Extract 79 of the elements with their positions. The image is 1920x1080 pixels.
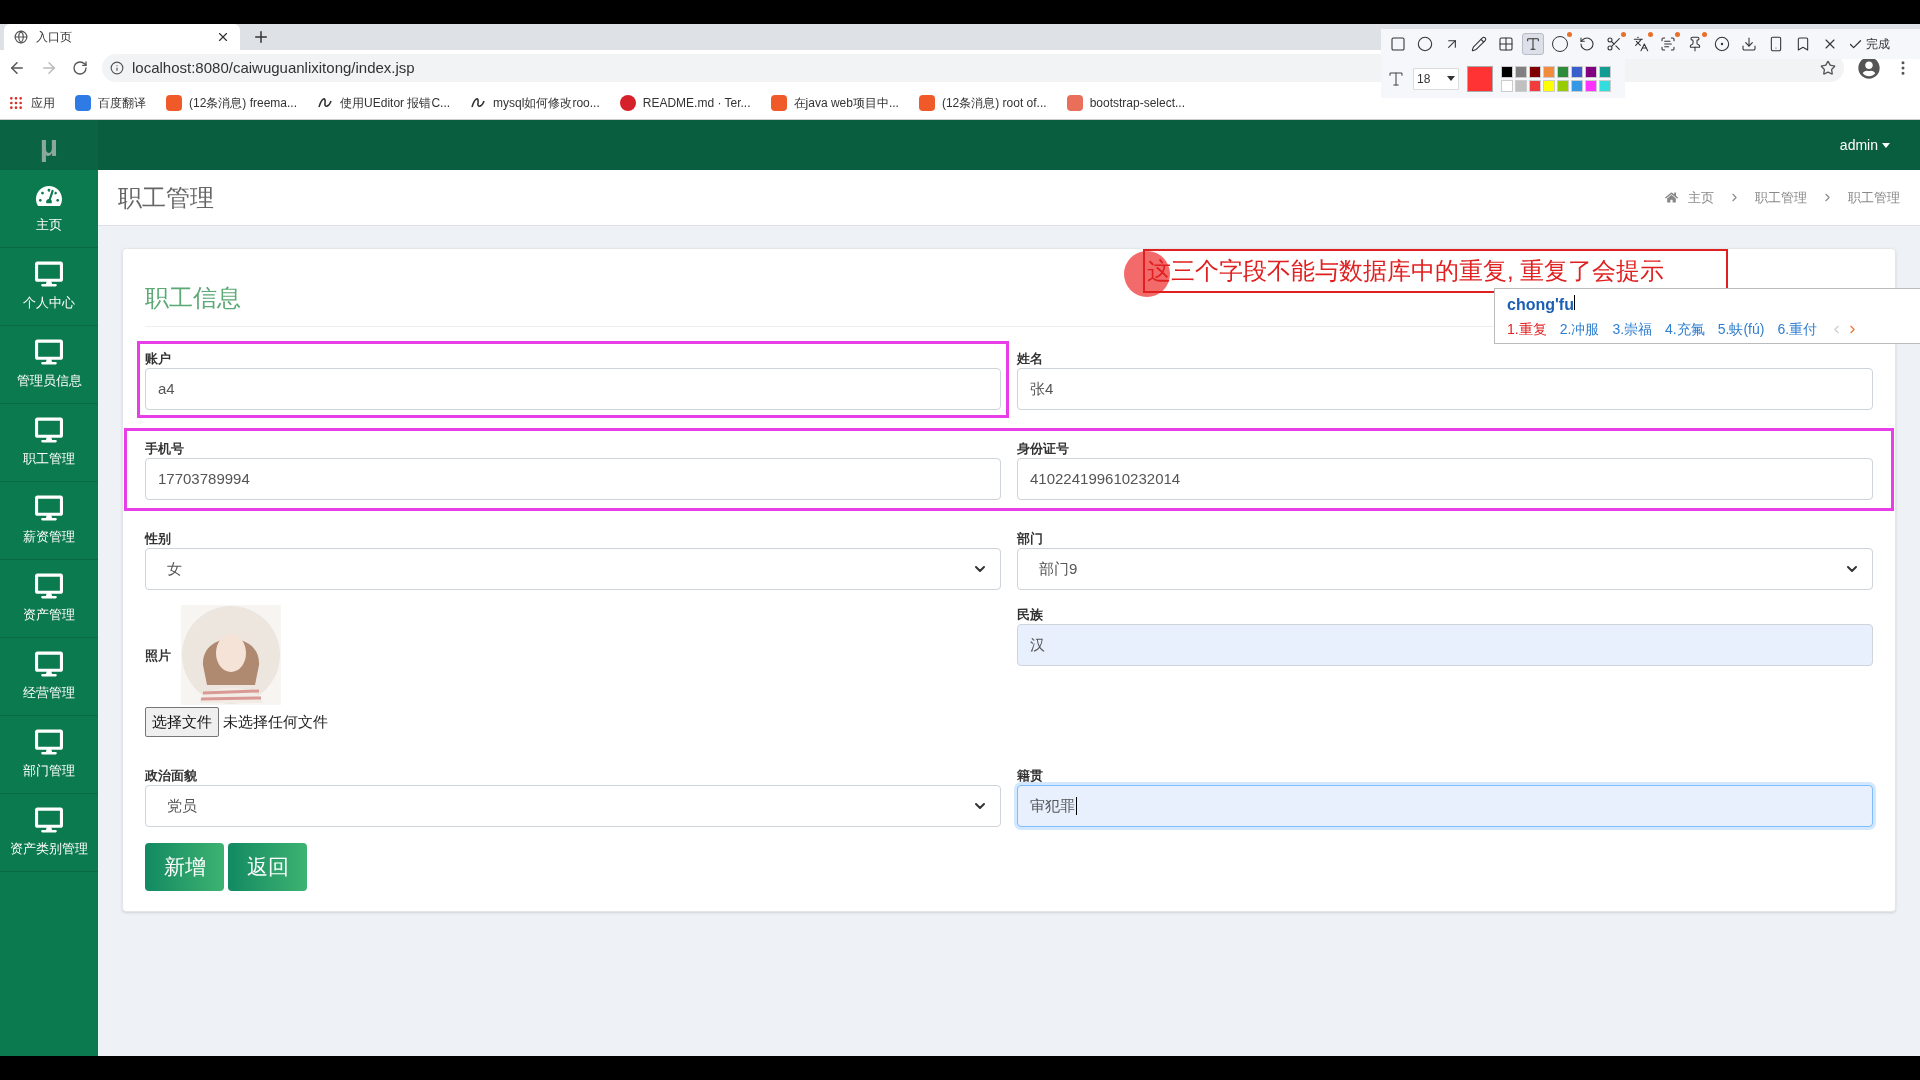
font-size-dropdown[interactable]: 18 [1413, 67, 1459, 90]
field-label: 手机号 [145, 440, 185, 458]
url-text: localhost:8080/caiwuguanlixitong/index.jsp [132, 57, 415, 78]
text-tool-icon[interactable] [1522, 33, 1544, 55]
breadcrumb-link[interactable]: 职工管理 [1755, 187, 1807, 208]
color-swatch[interactable] [1571, 65, 1583, 78]
done-button[interactable]: 完成 [1848, 35, 1890, 53]
text-field[interactable]: a4 [145, 368, 1001, 410]
info-icon [110, 61, 124, 75]
browser-tab[interactable]: 入口页 [4, 24, 240, 50]
text-field[interactable]: 审犯罪 [1017, 785, 1873, 827]
current-color-swatch[interactable] [1467, 65, 1493, 92]
color-swatch[interactable] [1515, 79, 1527, 92]
field-label: 部门 [1017, 530, 1044, 548]
bookmark-link[interactable]: README.md · Ter... [642, 93, 751, 112]
bookmark-link[interactable]: 使用UEditor 报错C... [340, 93, 451, 112]
new-tab-icon[interactable] [252, 28, 270, 46]
dropdown[interactable]: 党员 [145, 785, 1001, 827]
monitor-icon [35, 494, 63, 521]
bookmark-link[interactable]: bootstrap-select... [1089, 93, 1185, 112]
breadcrumb-link[interactable]: 主页 [1688, 187, 1714, 208]
font-icon [1387, 69, 1405, 88]
monitor-icon [35, 806, 63, 833]
monitor-icon [35, 728, 63, 755]
color-swatch[interactable] [1557, 79, 1569, 92]
color-swatch[interactable] [1529, 79, 1541, 92]
bookmark-link[interactable]: 百度翻译 [98, 93, 146, 112]
dropdown[interactable]: 部门9 [1017, 548, 1873, 590]
color-swatch[interactable] [1501, 65, 1513, 78]
monitor-icon [35, 416, 63, 443]
close-tab-icon[interactable] [216, 30, 230, 44]
color-swatch[interactable] [1585, 79, 1597, 92]
home-icon [1665, 191, 1678, 204]
globe-icon [14, 30, 28, 44]
field-label: 账户 [145, 350, 172, 368]
user-menu[interactable]: admin [1839, 134, 1890, 156]
color-swatch[interactable] [1543, 65, 1555, 78]
bookmark-link[interactable]: (12条消息) freema... [189, 93, 298, 112]
reload-icon[interactable] [72, 60, 88, 76]
monitor-icon [35, 572, 63, 599]
bookmark-link[interactable]: 在java web项目中... [793, 93, 899, 112]
profile-icon[interactable] [1858, 57, 1880, 79]
field-label: 身份证号 [1017, 440, 1070, 458]
monitor-icon [35, 650, 63, 677]
text-field[interactable]: 张4 [1017, 368, 1873, 410]
field-label: 姓名 [1017, 350, 1044, 368]
action-button[interactable]: 返回 [228, 843, 307, 891]
color-swatch[interactable] [1515, 65, 1527, 78]
field-label: 政治面貌 [145, 767, 198, 785]
monitor-icon [35, 260, 63, 287]
apps-grid-icon [8, 94, 24, 111]
field-label: 照片 [145, 646, 171, 665]
color-swatch[interactable] [1543, 79, 1555, 92]
color-swatch[interactable] [1599, 65, 1611, 78]
color-swatch[interactable] [1585, 65, 1597, 78]
field-label: 籍贯 [1017, 767, 1044, 785]
color-swatch[interactable] [1557, 65, 1569, 78]
file-status: 未选择任何文件 [223, 711, 328, 732]
dropdown[interactable]: 女 [145, 548, 1001, 590]
page-title: 职工管理 [118, 182, 214, 213]
field-label: 民族 [1017, 606, 1044, 624]
back-icon[interactable] [8, 59, 26, 77]
logo: μ [0, 120, 98, 170]
bookmark-link[interactable]: mysql如何修改roo... [493, 93, 600, 112]
monitor-icon [35, 338, 63, 365]
text-field[interactable]: 17703789994 [145, 458, 1001, 500]
text-field[interactable]: 410224199610232014 [1017, 458, 1873, 500]
color-swatch[interactable] [1599, 79, 1611, 92]
field-label: 性别 [145, 530, 172, 548]
bookmark-link[interactable]: (12条消息) root of... [941, 93, 1047, 112]
star-icon[interactable] [1820, 60, 1836, 76]
choose-file-button[interactable]: 选择文件 [145, 707, 219, 737]
bookmark-link[interactable]: 应用 [31, 93, 55, 112]
text-field[interactable]: 汉 [1017, 624, 1873, 666]
breadcrumb-link[interactable]: 职工管理 [1848, 187, 1900, 208]
action-button[interactable]: 新增 [145, 843, 224, 891]
color-swatch[interactable] [1529, 65, 1541, 78]
color-swatch[interactable] [1501, 79, 1513, 92]
color-swatch[interactable] [1571, 79, 1583, 92]
